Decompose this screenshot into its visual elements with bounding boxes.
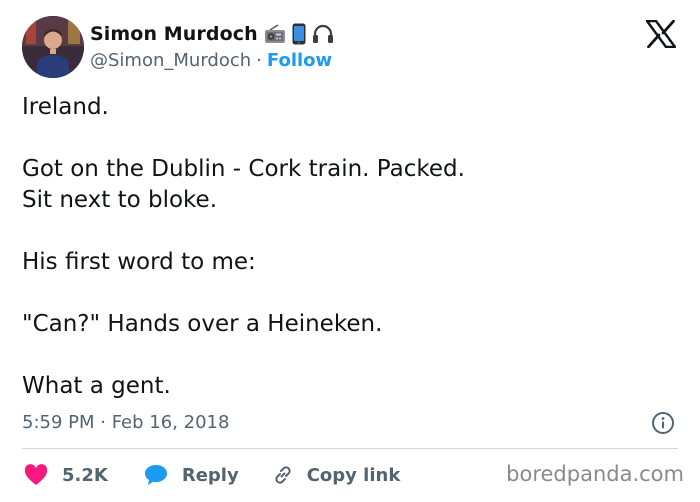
tweet-line: Got on the Dublin - Cork train. Packed. [22,156,465,182]
headphones-icon [312,24,334,44]
link-icon [275,466,291,484]
tweet-line: "Can?" Hands over a Heineken. [22,311,383,337]
mobile-phone-icon [292,23,306,45]
tweet-text: Ireland. Got on the Dublin - Cork train.… [22,92,682,402]
author-display-name[interactable]: Simon Murdoch [90,23,258,45]
reply-bubble-icon [144,465,167,485]
watermark: boredpanda.com [506,462,684,486]
tweet-line-gap [22,216,682,247]
separator-dot: · [256,49,262,71]
author-handle-row: @Simon_Murdoch · Follow [90,48,332,72]
avatar-image [22,16,84,78]
tweet-timestamp[interactable]: 5:59 PM · Feb 16, 2018 [22,408,229,436]
avatar[interactable] [22,16,84,78]
tweet-line-gap [22,123,682,154]
follow-button[interactable]: Follow [267,50,332,71]
author-name-row: Simon Murdoch [90,20,334,48]
author-handle[interactable]: @Simon_Murdoch [90,50,251,71]
reply-button[interactable]: Reply [144,464,239,486]
x-logo-icon[interactable] [646,20,676,48]
like-button[interactable]: 5.2K [24,464,108,486]
tweet-line: Sit next to bloke. [22,187,218,213]
info-icon[interactable] [651,411,675,435]
tweet-line: What a gent. [22,373,171,399]
copy-link-label: Copy link [306,464,401,486]
tweet-line-gap [22,278,682,309]
like-count: 5.2K [62,464,108,486]
heart-icon [24,464,48,485]
tweet-line: His first word to me: [22,249,256,275]
copy-link-button[interactable]: Copy link [271,463,401,487]
timestamp-text[interactable]: 5:59 PM · Feb 16, 2018 [22,412,229,433]
divider [22,448,678,449]
tweet-line: Ireland. [22,94,109,120]
reply-label: Reply [181,464,239,486]
radio-icon [264,24,286,44]
tweet-line-gap [22,340,682,371]
tweet-actions: 5.2K Reply Copy link [22,460,400,490]
